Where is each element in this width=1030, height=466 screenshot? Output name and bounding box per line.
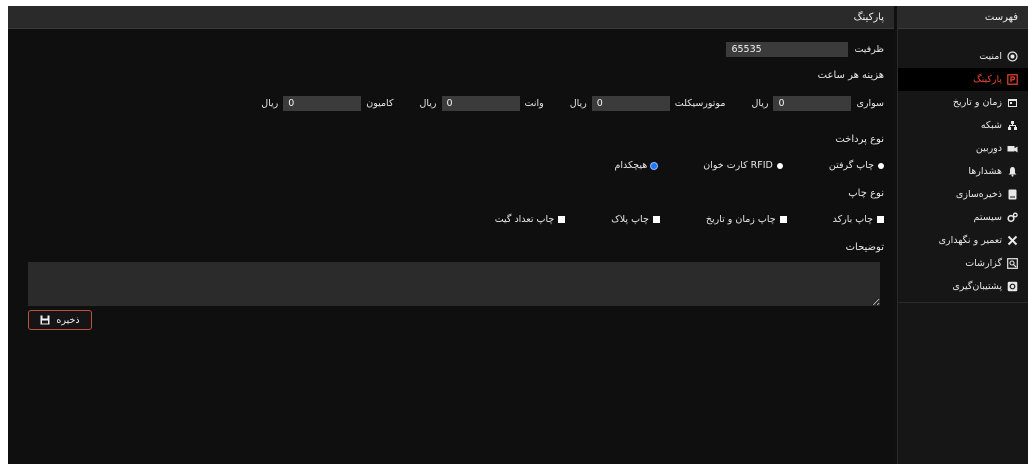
payment-option-rfid[interactable]: کارت خوان RFID bbox=[703, 160, 783, 171]
cost-truck-unit: ریال bbox=[261, 98, 279, 109]
sidebar-item-security[interactable]: امنیت bbox=[898, 45, 1028, 68]
cost-car-label: سواری bbox=[856, 98, 884, 109]
checkbox[interactable] bbox=[652, 216, 660, 223]
sidebar-item-label: زمان و تاریخ bbox=[952, 97, 1002, 108]
capacity-label: ظرفیت bbox=[854, 44, 884, 55]
payment-type-section: نوع پرداخت bbox=[835, 134, 884, 145]
cost-motorcycle-unit: ریال bbox=[569, 98, 587, 109]
cost-pickup: وانت ریال bbox=[419, 96, 544, 111]
page-title: پارکینگ bbox=[853, 11, 884, 23]
print-option-gate-count[interactable]: چاپ تعداد گیت bbox=[495, 214, 566, 225]
print-type-section: نوع چاپ bbox=[848, 188, 884, 199]
cost-motorcycle: موتورسیکلت ریال bbox=[569, 96, 726, 111]
sidebar-item-label: ذخیره‌سازی bbox=[955, 189, 1002, 200]
payment-type-title: نوع پرداخت bbox=[835, 134, 884, 145]
sidebar-item-label: سیستم bbox=[973, 212, 1003, 223]
storage-icon bbox=[1006, 189, 1018, 201]
cost-truck-input[interactable] bbox=[283, 96, 362, 111]
sidebar-item-label: امنیت bbox=[979, 51, 1002, 62]
gears-icon bbox=[1006, 212, 1018, 224]
cost-car: سواری ریال bbox=[751, 96, 884, 111]
hourly-cost-section: هزینه هر ساعت bbox=[818, 70, 884, 81]
sidebar-menu: امنیت پارکینگ زمان و تاریخ شبکه دوربین ه… bbox=[898, 29, 1028, 303]
sidebar-title-label: فهرست bbox=[984, 11, 1018, 23]
description-label: توضیحات bbox=[845, 242, 884, 253]
sidebar-item-reports[interactable]: گزارشات bbox=[898, 252, 1028, 275]
tools-icon bbox=[1006, 235, 1018, 247]
backup-icon bbox=[1006, 281, 1018, 293]
payment-option-label: هیچکدام bbox=[614, 160, 648, 171]
sidebar-item-datetime[interactable]: زمان و تاریخ bbox=[898, 91, 1028, 114]
sidebar-item-alerts[interactable]: هشدارها bbox=[898, 160, 1028, 183]
bell-icon bbox=[1006, 166, 1018, 178]
radio-dot[interactable] bbox=[878, 162, 884, 169]
print-option-label: چاپ زمان و تاریخ bbox=[705, 214, 776, 225]
cost-car-input[interactable] bbox=[773, 96, 852, 111]
description-section: توضیحات bbox=[846, 242, 884, 253]
parking-icon bbox=[1006, 74, 1018, 86]
sidebar-item-label: پشتیبان‌گیری bbox=[952, 281, 1002, 292]
network-icon bbox=[1006, 120, 1018, 132]
shield-icon bbox=[1006, 51, 1018, 63]
cost-truck: کامیون ریال bbox=[261, 96, 393, 111]
cost-motorcycle-input[interactable] bbox=[591, 96, 670, 111]
print-option-label: چاپ بارکد bbox=[832, 214, 873, 225]
capacity-row: ظرفیت bbox=[726, 42, 884, 57]
checkbox[interactable] bbox=[558, 216, 566, 223]
cost-truck-label: کامیون bbox=[366, 98, 394, 109]
cost-pickup-input[interactable] bbox=[441, 96, 520, 111]
sidebar-item-backup[interactable]: پشتیبان‌گیری bbox=[898, 275, 1028, 298]
cost-motorcycle-label: موتورسیکلت bbox=[674, 98, 726, 109]
cost-pickup-unit: ریال bbox=[419, 98, 437, 109]
checkbox[interactable] bbox=[877, 216, 884, 223]
print-option-label: چاپ تعداد گیت bbox=[494, 214, 555, 225]
report-icon bbox=[1006, 258, 1018, 270]
save-button-label: ذخیره bbox=[56, 314, 80, 326]
print-option-label: چاپ پلاک bbox=[611, 214, 649, 225]
camera-icon bbox=[1006, 143, 1018, 155]
sidebar-item-label: پارکینگ bbox=[973, 74, 1002, 85]
sidebar-item-label: هشدارها bbox=[968, 166, 1002, 177]
sidebar-item-storage[interactable]: ذخیره‌سازی bbox=[898, 183, 1028, 206]
cost-pickup-label: وانت bbox=[524, 98, 544, 109]
print-type-title: نوع چاپ bbox=[848, 188, 884, 199]
capacity-input[interactable] bbox=[726, 42, 849, 57]
checkbox[interactable] bbox=[779, 216, 787, 223]
sidebar-item-parking[interactable]: پارکینگ bbox=[898, 68, 1028, 91]
save-button[interactable]: ذخیره bbox=[28, 310, 92, 330]
description-textarea[interactable] bbox=[28, 262, 880, 306]
sidebar-item-network[interactable]: شبکه bbox=[898, 114, 1028, 137]
sidebar-item-label: گزارشات bbox=[965, 258, 1002, 269]
print-option-barcode[interactable]: چاپ بارکد bbox=[833, 214, 884, 225]
hourly-cost-title: هزینه هر ساعت bbox=[817, 70, 884, 81]
radio-dot[interactable] bbox=[776, 162, 783, 169]
payment-option-label: کارت خوان RFID bbox=[703, 160, 773, 171]
print-option-plate[interactable]: چاپ پلاک bbox=[611, 214, 660, 225]
main-panel: پارکینگ ظرفیت هزینه هر ساعت سواری ریال م… bbox=[8, 6, 894, 464]
print-type-options: چاپ بارکد چاپ زمان و تاریخ چاپ پلاک چاپ … bbox=[455, 214, 884, 225]
hourly-cost-row: سواری ریال موتورسیکلت ریال وانت ریال کام… bbox=[241, 96, 884, 111]
calendar-icon bbox=[1006, 97, 1018, 109]
app-frame: پارکینگ ظرفیت هزینه هر ساعت سواری ریال م… bbox=[8, 6, 1028, 464]
radio-dot-selected[interactable] bbox=[651, 162, 658, 169]
sidebar-item-camera[interactable]: دوربین bbox=[898, 137, 1028, 160]
sidebar-item-label: تعمیر و نگهداری bbox=[938, 235, 1002, 246]
floppy-disk-icon bbox=[40, 315, 50, 325]
sidebar-item-maintenance[interactable]: تعمیر و نگهداری bbox=[898, 229, 1028, 252]
sidebar: فهرست امنیت پارکینگ زمان و تاریخ شبکه دو… bbox=[897, 6, 1028, 464]
sidebar-item-system[interactable]: سیستم bbox=[898, 206, 1028, 229]
payment-option-label: چاپ گرفتن bbox=[828, 160, 874, 171]
sidebar-item-label: دوربین bbox=[975, 143, 1002, 154]
print-option-datetime[interactable]: چاپ زمان و تاریخ bbox=[706, 214, 787, 225]
sidebar-item-label: شبکه bbox=[980, 120, 1002, 131]
payment-option-print[interactable]: چاپ گرفتن bbox=[829, 160, 884, 171]
sidebar-title: فهرست bbox=[898, 6, 1028, 29]
payment-option-none[interactable]: هیچکدام bbox=[615, 160, 658, 171]
panel-header: پارکینگ bbox=[8, 6, 894, 29]
payment-type-options: چاپ گرفتن کارت خوان RFID هیچکدام bbox=[575, 160, 884, 171]
cost-car-unit: ریال bbox=[751, 98, 769, 109]
